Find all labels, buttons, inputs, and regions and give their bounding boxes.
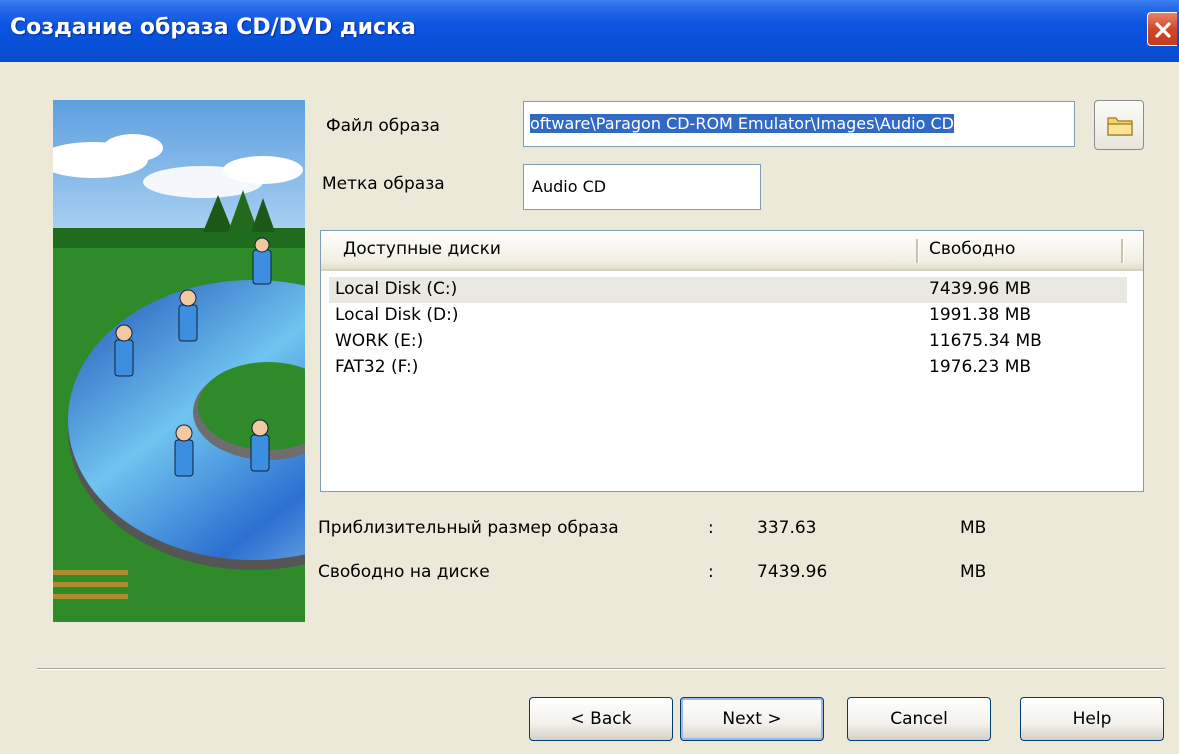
next-button[interactable]: Next >	[680, 697, 824, 741]
free-on-disk-separator: :	[708, 562, 714, 582]
help-button[interactable]: Help	[1020, 697, 1164, 741]
folder-icon	[1107, 117, 1133, 136]
approx-size-value: 337.63	[757, 518, 817, 538]
drive-name: WORK (E:)	[335, 331, 424, 351]
approx-size-unit: MB	[960, 518, 987, 538]
close-icon	[1155, 22, 1171, 38]
drive-name: FAT32 (F:)	[335, 357, 419, 377]
drive-name: Local Disk (C:)	[335, 279, 458, 299]
drives-list[interactable]: Доступные диски Свободно Local Disk (C:)…	[320, 230, 1144, 492]
browse-button[interactable]	[1094, 100, 1144, 150]
approx-size-separator: :	[708, 518, 714, 538]
footer-divider	[37, 668, 1165, 670]
free-on-disk-label: Свободно на диске	[318, 562, 490, 582]
image-label-input[interactable]: Audio CD	[523, 164, 761, 210]
drive-row[interactable]: Local Disk (D:) 1991.38 MB	[329, 303, 1127, 329]
drive-row[interactable]: FAT32 (F:) 1976.23 MB	[329, 355, 1127, 381]
image-file-value: oftware\Paragon CD-ROM Emulator\Images\A…	[530, 114, 954, 133]
cancel-button[interactable]: Cancel	[847, 697, 991, 741]
drive-name: Local Disk (D:)	[335, 305, 459, 325]
drive-free: 7439.96 MB	[929, 279, 1032, 299]
window-title: Создание образа CD/DVD диска	[10, 15, 416, 40]
column-divider[interactable]	[916, 239, 919, 263]
free-on-disk-value: 7439.96	[757, 562, 828, 582]
image-file-label: Файл образа	[326, 116, 440, 136]
image-file-input[interactable]: oftware\Paragon CD-ROM Emulator\Images\A…	[523, 101, 1075, 147]
image-label-label: Метка образа	[322, 174, 445, 194]
free-on-disk-unit: MB	[960, 562, 987, 582]
drive-row[interactable]: Local Disk (C:) 7439.96 MB	[329, 277, 1127, 303]
drive-free: 1991.38 MB	[929, 305, 1032, 325]
drive-free: 1976.23 MB	[929, 357, 1032, 377]
close-button[interactable]	[1147, 12, 1177, 46]
drive-free: 11675.34 MB	[929, 331, 1042, 351]
back-button[interactable]: < Back	[529, 697, 673, 741]
column-divider[interactable]	[1121, 239, 1124, 263]
approx-size-label: Приблизительный размер образа	[318, 518, 619, 538]
wizard-illustration	[53, 100, 305, 622]
title-bar: Создание образа CD/DVD диска	[0, 0, 1179, 62]
drive-row[interactable]: WORK (E:) 11675.34 MB	[329, 329, 1127, 355]
list-header: Доступные диски Свободно	[321, 231, 1143, 271]
column-header-drives[interactable]: Доступные диски	[343, 239, 501, 259]
column-header-free[interactable]: Свободно	[929, 239, 1015, 259]
